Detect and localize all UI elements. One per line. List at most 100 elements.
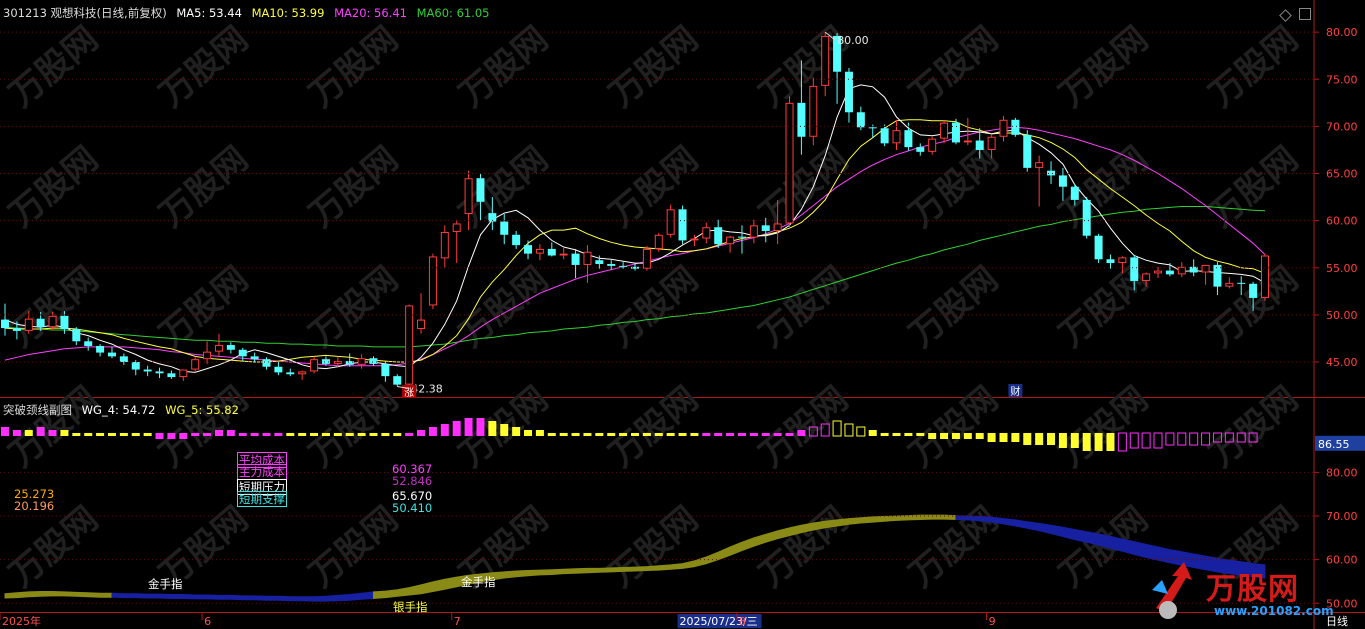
candle-body [48,315,57,328]
candle-body [36,318,45,328]
sub-bar [286,433,295,436]
candle [298,370,307,380]
candle [214,333,223,357]
sub-bar [1070,433,1079,448]
candle-body [524,245,533,254]
x-tick-label: 2025年 [2,614,41,628]
candle-body [1058,175,1067,187]
candle-body [1094,235,1103,260]
candle [1023,130,1032,172]
candle-body [512,234,521,246]
y-tick-label: 75.00 [1326,73,1358,86]
candle [678,205,687,245]
sub-bar [749,433,758,436]
candle-body [131,362,140,370]
candle [1225,277,1234,289]
sub-bar [464,418,473,436]
sub-bar [298,433,307,436]
candle-body [84,341,93,346]
watermark: 万股网 [902,259,1006,355]
candle-body [1082,199,1091,236]
candle [440,225,449,268]
candle [250,352,259,363]
sub-bar [1106,433,1115,451]
chart-canvas: 万股网 万股网 万股网 万股网 万股网 万股网 万股网 万股网 万股网万股网 万股网 万股网 万股网万… [0,0,1365,629]
candle-body [726,236,735,245]
y-tick-label: 60.00 [1326,215,1358,228]
diamond-icon[interactable] [1278,9,1292,22]
candle-body [880,128,889,144]
sub-bar [238,433,247,436]
candle [381,361,390,382]
sub-bar [393,433,402,436]
candle-body [607,263,616,266]
candle-body [844,71,853,113]
candle-body [666,209,675,235]
watermark: 万股网 [2,499,106,595]
sub-bar [904,433,913,436]
sub-bar [1082,433,1091,451]
candle-body [1035,162,1044,168]
watermark: 万股网 [2,379,106,475]
candle-body [500,221,509,235]
left-value-2: 20.196 [14,499,55,513]
sub-bar [48,430,57,436]
sub-header: 突破颈线副图 WG_4: 54.72 WG_5: 55.82 [3,402,245,418]
sub-bar [119,433,128,436]
candle [428,253,437,310]
candle-body [405,305,414,385]
candle-body [203,351,212,360]
candle [393,374,402,387]
watermark: 万股网 [902,499,1006,595]
candle-body [690,238,699,241]
candle [143,365,152,377]
candle-body [773,223,782,232]
candle-body [856,112,865,128]
sub-bar [333,433,342,436]
watermark: 万股网 [2,139,106,235]
sub-bar [310,433,319,436]
candle-body [60,315,69,330]
candle-body [583,251,592,265]
candle [107,346,116,359]
maximize-icon[interactable] [1299,8,1311,20]
watermark: 万股网 [602,19,706,115]
candle-body [1023,134,1032,168]
ma60-readout: MA60: 61.05 [416,6,490,20]
cai-badge[interactable]: 财 [1010,385,1020,398]
sub-bar [1023,433,1032,445]
candle [1094,233,1103,264]
sub-bar [880,433,889,436]
candle-body [417,319,426,330]
candle [262,357,271,370]
candle-body [714,227,723,245]
stock-title[interactable]: 301213 观想科技(日线,前复权) [3,6,167,20]
candle-body [1142,273,1151,281]
sub-bar [524,430,533,436]
watermark: 万股网 [302,139,406,235]
sub-bar [714,433,723,436]
candle [191,356,200,373]
sub-bar [500,424,509,436]
candle [726,235,735,253]
candle [417,293,426,334]
sub-bar [428,427,437,436]
sub-bar [856,426,866,437]
sub-bar [357,433,366,436]
sub-title[interactable]: 突破颈线副图 [3,403,72,417]
sub-bar [179,433,188,439]
candle-body [928,138,937,152]
candle [916,143,925,156]
candle [524,240,533,260]
short-support-label: 短期支撑 [237,491,287,507]
candle-body [999,119,1008,137]
sub-bar [797,430,806,436]
watermark: 万股网 [602,139,706,235]
candle-body [1070,186,1079,200]
blue-band [111,591,374,602]
sub-bar [975,433,984,439]
candle-body [214,345,223,352]
candle [452,219,461,264]
candle [310,356,319,374]
short-support-value: 50.410 [392,501,433,515]
